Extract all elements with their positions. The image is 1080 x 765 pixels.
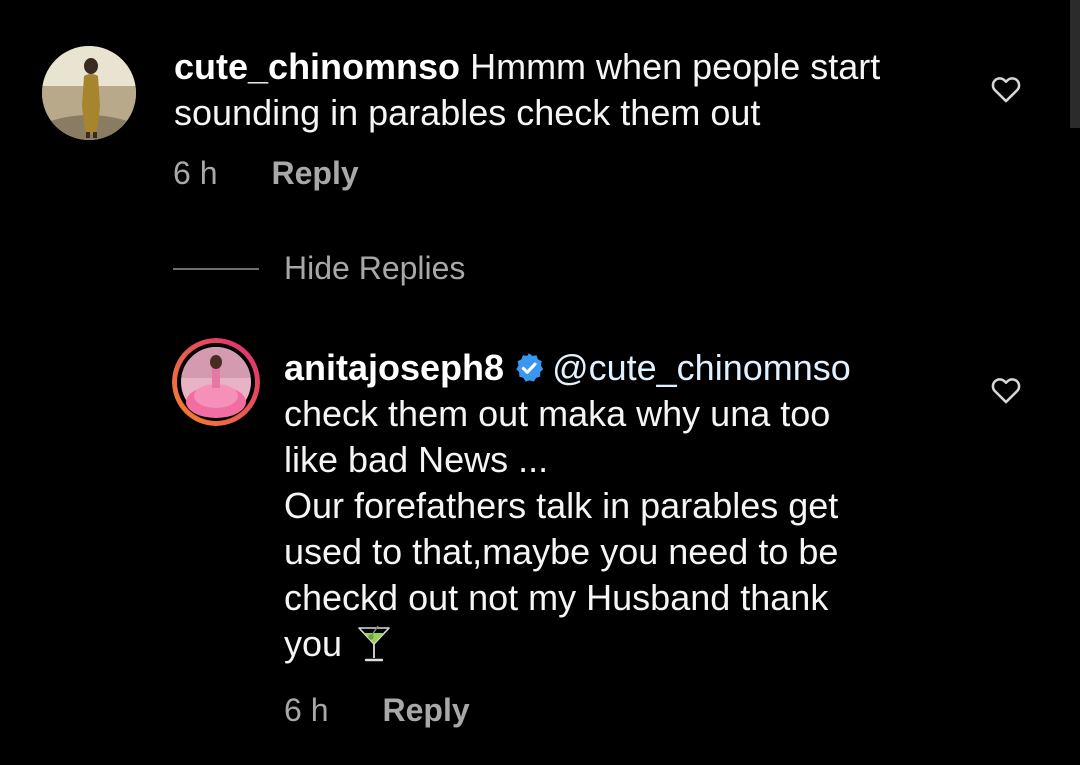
- comment-line: sounding in parables check them out: [174, 92, 761, 133]
- comment-line: Hmmm when people start: [470, 46, 881, 87]
- avatar-with-story-ring[interactable]: [172, 338, 260, 426]
- reply-button[interactable]: Reply: [382, 692, 469, 729]
- comment-meta: 6 h Reply: [173, 155, 359, 192]
- reply-text: anitajoseph8 @cute_chinomnso check them …: [284, 345, 944, 667]
- hide-replies-label: Hide Replies: [284, 250, 466, 286]
- avatar[interactable]: [42, 46, 136, 140]
- reply-last-line: you: [284, 621, 944, 667]
- reply-button[interactable]: Reply: [271, 155, 358, 192]
- scrollbar[interactable]: [1070, 0, 1080, 128]
- hide-replies-button[interactable]: Hide Replies: [173, 250, 465, 287]
- heart-outline-icon[interactable]: [989, 72, 1023, 106]
- reply-line: check them out maka why una too: [284, 393, 831, 434]
- divider: [173, 267, 259, 270]
- reply-username[interactable]: anitajoseph8: [284, 347, 504, 388]
- verified-badge-icon: [516, 353, 544, 382]
- heart-outline-icon[interactable]: [989, 373, 1023, 407]
- reply-line: you: [284, 623, 343, 664]
- reply-line: like bad News ...: [284, 439, 549, 480]
- reply-line: Our forefathers talk in parables get: [284, 485, 839, 526]
- timestamp: 6 h: [284, 692, 329, 728]
- cocktail-glass-emoji: [358, 625, 390, 662]
- reply-meta: 6 h Reply: [284, 692, 470, 729]
- comment-username[interactable]: cute_chinomnso: [174, 46, 460, 87]
- timestamp: 6 h: [173, 155, 218, 191]
- reply-line: used to that,maybe you need to be: [284, 531, 839, 572]
- mention-link[interactable]: @cute_chinomnso: [552, 347, 851, 388]
- comment-text: cute_chinomnso Hmmm when people start so…: [174, 44, 964, 136]
- reply-line: checkd out not my Husband thank: [284, 577, 829, 618]
